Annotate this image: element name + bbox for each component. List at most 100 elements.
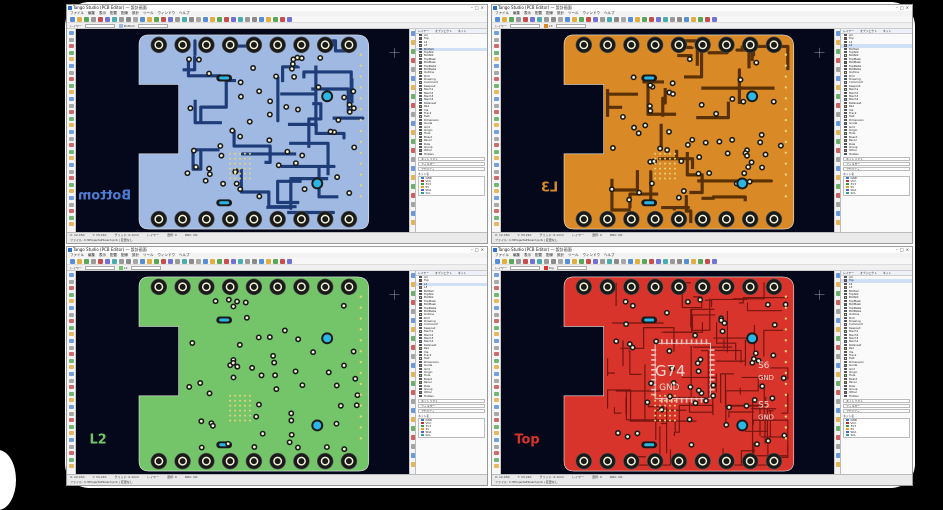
- tool-icon[interactable]: [494, 64, 499, 68]
- tool-icon[interactable]: [69, 319, 74, 323]
- tool-icon[interactable]: [494, 196, 499, 200]
- menu-item[interactable]: ファイル: [70, 11, 84, 15]
- tool-icon[interactable]: [494, 346, 499, 350]
- menu-item[interactable]: 表示: [524, 11, 531, 15]
- menu-item[interactable]: ウィンドウ: [583, 253, 601, 257]
- toolbar-button-icon[interactable]: [231, 259, 236, 264]
- layer-select-dropdown[interactable]: [85, 266, 115, 270]
- menu-item[interactable]: 編集: [513, 253, 520, 257]
- tool-icon[interactable]: [69, 293, 74, 297]
- toolbar-button-icon[interactable]: [516, 17, 521, 22]
- tool-icon[interactable]: [494, 398, 499, 402]
- panel-tab[interactable]: オブジェクト: [860, 271, 877, 275]
- tool-icon[interactable]: [69, 130, 74, 134]
- toolbar-button-icon[interactable]: [91, 259, 96, 264]
- toolbar-button-icon[interactable]: [502, 17, 507, 22]
- tool-icon[interactable]: [69, 196, 74, 200]
- tool-icon[interactable]: [494, 31, 499, 35]
- tool-icon[interactable]: [69, 203, 74, 207]
- menu-item[interactable]: 設計: [557, 253, 564, 257]
- panel-field[interactable]: プロパティ: [843, 409, 910, 413]
- toolbar-button-icon[interactable]: [133, 17, 138, 22]
- tool-icon[interactable]: [494, 209, 499, 213]
- toolbar-button-icon[interactable]: [565, 259, 570, 264]
- toolbar-button-icon[interactable]: [614, 259, 619, 264]
- tool-icon[interactable]: [494, 44, 499, 48]
- tool-icon[interactable]: [494, 405, 499, 409]
- panel-field[interactable]: プロパティ: [418, 167, 485, 171]
- tool-icon[interactable]: [494, 176, 499, 180]
- panel-field[interactable]: ネットリスト: [418, 157, 485, 161]
- panel-field[interactable]: フィルター: [843, 162, 910, 166]
- tool-icon[interactable]: [69, 90, 74, 94]
- menu-item[interactable]: 配線: [121, 253, 128, 257]
- panel-tab[interactable]: オブジェクト: [860, 29, 877, 33]
- toolbar-button-icon[interactable]: [551, 259, 556, 264]
- tool-icon[interactable]: [494, 458, 499, 462]
- toolbar-button-icon[interactable]: [600, 17, 605, 22]
- tool-icon[interactable]: [494, 299, 499, 303]
- panel-field[interactable]: プロパティ: [418, 409, 485, 413]
- tool-icon[interactable]: [69, 385, 74, 389]
- toolbar-button-icon[interactable]: [530, 17, 535, 22]
- toolbar-button-icon[interactable]: [273, 259, 278, 264]
- layer-list-item[interactable]: Hidden: [841, 395, 912, 398]
- toolbar-button-icon[interactable]: [565, 17, 570, 22]
- toolbar-button-icon[interactable]: [628, 259, 633, 264]
- toolbar-button-icon[interactable]: [231, 17, 236, 22]
- toolbar-button-icon[interactable]: [495, 17, 500, 22]
- panel-tab[interactable]: オブジェクト: [435, 29, 452, 33]
- tool-icon[interactable]: [69, 313, 74, 317]
- menu-item[interactable]: 配置: [535, 253, 542, 257]
- panel-tab[interactable]: ネット: [883, 271, 891, 275]
- toolbar-button-icon[interactable]: [84, 17, 89, 22]
- tool-icon[interactable]: [494, 130, 499, 134]
- layer-list-item[interactable]: Hidden: [416, 153, 487, 156]
- toolbar-button-icon[interactable]: [691, 259, 696, 264]
- tool-icon[interactable]: [69, 326, 74, 330]
- menu-item[interactable]: ツール: [143, 253, 154, 257]
- tool-icon[interactable]: [69, 280, 74, 284]
- toolbar-button-icon[interactable]: [154, 259, 159, 264]
- toolbar-button-icon[interactable]: [516, 259, 521, 264]
- toolbar-button-icon[interactable]: [537, 259, 542, 264]
- toolbar-button-icon[interactable]: [112, 17, 117, 22]
- toolbar-button-icon[interactable]: [112, 259, 117, 264]
- tool-icon[interactable]: [69, 189, 74, 193]
- menu-item[interactable]: ヘルプ: [179, 253, 190, 257]
- toolbar-button-icon[interactable]: [259, 17, 264, 22]
- toolbar-button-icon[interactable]: [698, 17, 703, 22]
- toolbar-button-icon[interactable]: [133, 259, 138, 264]
- close-icon[interactable]: ×: [906, 247, 911, 252]
- toolbar-button-icon[interactable]: [670, 259, 675, 264]
- toolbar-button-icon[interactable]: [196, 259, 201, 264]
- layer-list-item[interactable]: Hidden: [841, 153, 912, 156]
- pcb-canvas[interactable]: TopG74GNDS6GNDS5GND: [501, 271, 834, 474]
- toolbar-button-icon[interactable]: [502, 259, 507, 264]
- toolbar-button-icon[interactable]: [91, 17, 96, 22]
- tool-icon[interactable]: [494, 425, 499, 429]
- toolbar-button-icon[interactable]: [572, 17, 577, 22]
- toolbar-button-icon[interactable]: [84, 259, 89, 264]
- tool-icon[interactable]: [69, 163, 74, 167]
- tool-icon[interactable]: [494, 359, 499, 363]
- toolbar-button-icon[interactable]: [544, 17, 549, 22]
- toolbar-button-icon[interactable]: [635, 17, 640, 22]
- tool-icon[interactable]: [69, 352, 74, 356]
- toolbar-button-icon[interactable]: [705, 17, 710, 22]
- toolbar-button-icon[interactable]: [635, 259, 640, 264]
- menu-item[interactable]: ヘルプ: [179, 11, 190, 15]
- layer-select-dropdown[interactable]: [510, 266, 540, 270]
- toolbar-button-icon[interactable]: [642, 17, 647, 22]
- menu-item[interactable]: 編集: [513, 11, 520, 15]
- toolbar-button-icon[interactable]: [273, 17, 278, 22]
- tool-icon[interactable]: [494, 392, 499, 396]
- toolbar-button-icon[interactable]: [558, 259, 563, 264]
- tool-icon[interactable]: [494, 38, 499, 42]
- tool-icon[interactable]: [494, 57, 499, 61]
- toolbar-button-icon[interactable]: [175, 17, 180, 22]
- toolbar-button-icon[interactable]: [621, 17, 626, 22]
- panel-tab[interactable]: オブジェクト: [435, 271, 452, 275]
- toolbar-button-icon[interactable]: [147, 259, 152, 264]
- tool-icon[interactable]: [69, 431, 74, 435]
